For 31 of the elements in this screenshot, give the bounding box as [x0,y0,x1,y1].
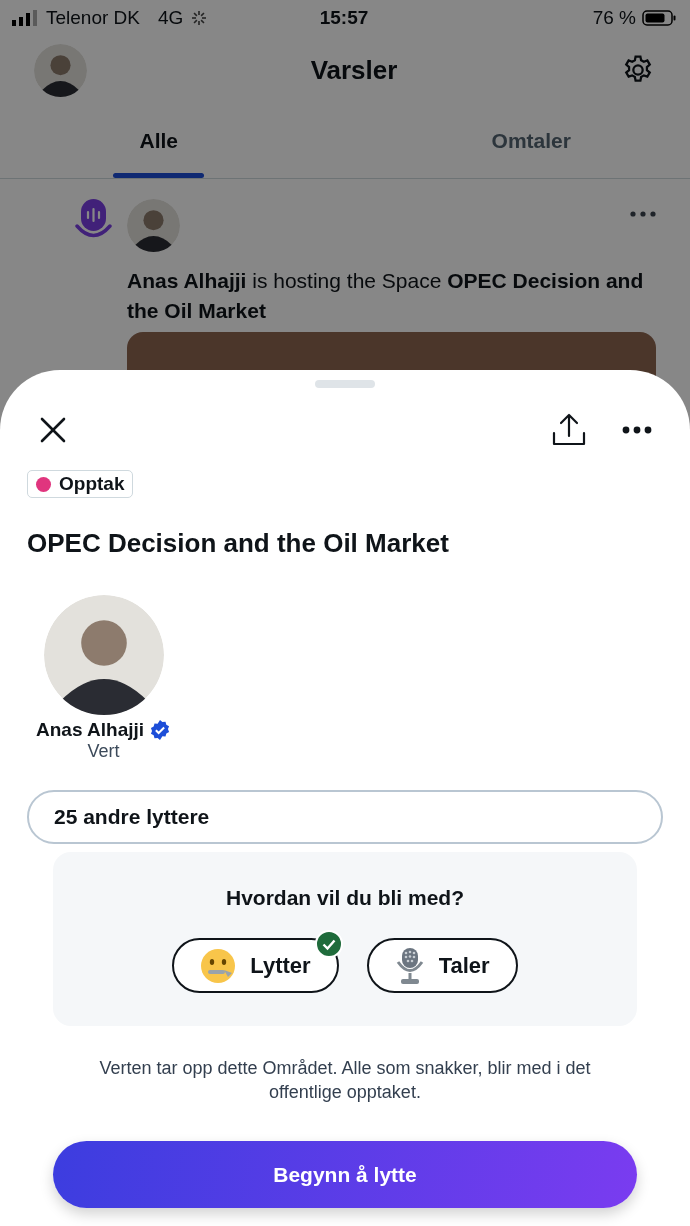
share-icon[interactable] [552,413,586,447]
drag-handle[interactable] [315,380,375,388]
microphone-icon [394,946,425,985]
loading-icon [191,10,208,26]
tab[interactable]: Omtaler [465,104,597,178]
notification-text[interactable]: Anas Alhajji is hosting the Space OPEC Decision and the Oil Market [127,266,656,326]
role-option[interactable]: Lytter [172,938,339,993]
carrier-name: Telenor DK [46,7,140,29]
host-name: Anas Alhajji [36,719,145,741]
signal-icon [12,10,38,26]
microphone-icon [75,199,112,240]
host-role: Vert [87,741,120,762]
avatar [34,43,87,97]
avatar [127,199,180,252]
start-listening-button[interactable]: Begynn å lytte [53,1141,637,1208]
space-title: OPEC Decision and the Oil Market [27,528,450,559]
page-title: Varsler [310,54,398,86]
zipper-mouth-face-icon [200,947,237,984]
close-icon[interactable] [40,417,66,443]
battery-percent: 76 % [592,7,636,29]
more-icon[interactable] [622,426,652,434]
recording-badge: Opptak [27,470,134,498]
check-icon [314,930,343,958]
join-question: Hvordan vil du bli med? [226,886,464,910]
battery-icon [642,10,676,26]
network-type: 4G [158,7,184,29]
recording-note: Verten tar opp dette Området. Alle som snakker, blir med i det offentlige opptaket. [98,1057,592,1104]
listeners-field[interactable]: 25 andre lyttere [27,790,663,844]
role-option[interactable]: Taler [366,938,518,993]
clock: 15:57 [319,7,369,29]
tab[interactable]: Alle [113,104,204,178]
